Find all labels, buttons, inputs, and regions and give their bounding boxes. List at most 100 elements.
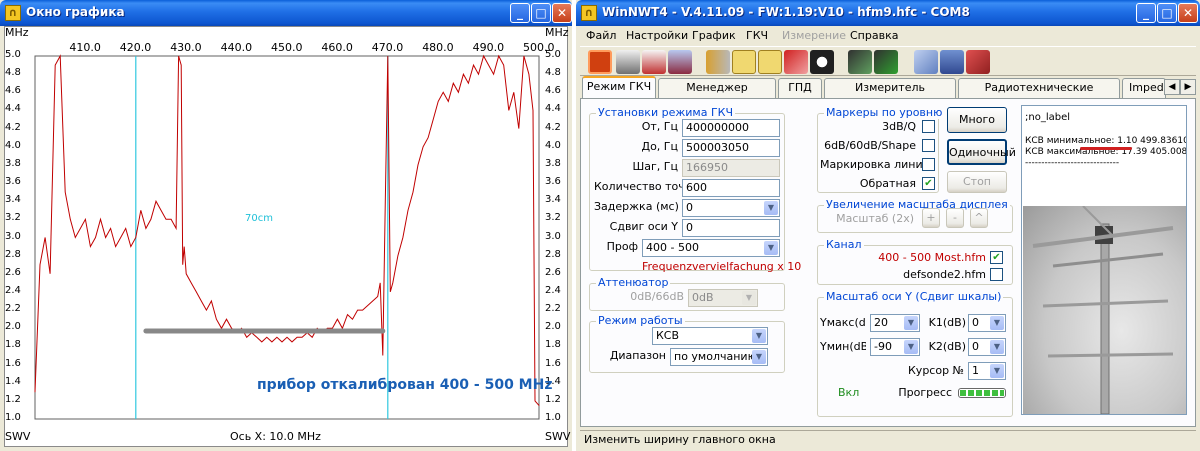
- tools-icon[interactable]: [706, 50, 730, 74]
- profile-select[interactable]: 400 - 500 ▼: [642, 239, 780, 257]
- sweep-icon[interactable]: [848, 50, 872, 74]
- channel-2-checkbox[interactable]: [990, 268, 1003, 281]
- cursor-select[interactable]: 1 ▼: [968, 362, 1006, 380]
- profile-label: Проф: [606, 240, 638, 253]
- linux-icon[interactable]: [810, 50, 834, 74]
- to-input[interactable]: 500003050: [682, 139, 780, 157]
- tab-gkch-mode[interactable]: Режим ГКЧ: [582, 76, 656, 99]
- graph-area[interactable]: MHz MHz 410.0 420.0 430.0 440.0 450.0 460.0 47…: [4, 26, 571, 447]
- y-scale-title: Масштаб оси Y (Сдвиг шкалы): [824, 290, 1004, 303]
- delay-select[interactable]: 0 ▼: [682, 199, 780, 217]
- tab-impedance[interactable]: Impedan: [1122, 78, 1166, 98]
- menu-gkch[interactable]: ГКЧ: [746, 29, 768, 42]
- y-unit-bottom-label-right: SWV: [545, 430, 571, 443]
- attenuator-title: Аттенюатор: [596, 276, 671, 289]
- printer-color-icon[interactable]: [642, 50, 666, 74]
- app-icon: ∩: [5, 5, 21, 21]
- points-input[interactable]: 600: [682, 179, 780, 197]
- close-button[interactable]: ✕: [552, 3, 572, 23]
- maximize-button[interactable]: □: [531, 3, 551, 23]
- k1-value: 0: [972, 316, 979, 329]
- menu-settings[interactable]: Настройки: [626, 29, 688, 42]
- marker-reverse-checkbox[interactable]: ✔: [922, 177, 935, 190]
- graph-window-title: Окно графика: [26, 5, 125, 19]
- close-file-icon[interactable]: [966, 50, 990, 74]
- marker-shape-checkbox[interactable]: [922, 139, 935, 152]
- pencil-icon[interactable]: [784, 50, 808, 74]
- menu-help[interactable]: Справка: [850, 29, 898, 42]
- work-mode-group: Режим работы КСВ ▼ Диапазон по умолчанию ▼: [589, 314, 785, 373]
- chevron-down-icon: ▼: [990, 340, 1004, 354]
- step-input: 166950: [682, 159, 780, 177]
- menu-bar: Файл Настройки График ГКЧ Измерение Спра…: [580, 26, 1196, 46]
- ymin-value: -90: [874, 340, 892, 353]
- marker-lines-checkbox[interactable]: [922, 158, 935, 171]
- zoom-label: Масштаб (2x): [836, 212, 914, 225]
- close-button[interactable]: ✕: [1178, 3, 1198, 23]
- marker-reverse-label: Обратная: [859, 177, 916, 190]
- export-icon[interactable]: [668, 50, 692, 74]
- chevron-down-icon: ▼: [904, 316, 918, 330]
- range-value: по умолчанию: [674, 350, 757, 363]
- attenuator-label: 0dB/66dB: [630, 290, 684, 303]
- stop-button: Стоп: [947, 171, 1007, 193]
- ymax-label: Yмакс(dB: [820, 316, 866, 329]
- attenuator-group: Аттенюатор 0dB/66dB 0dB ▼: [589, 276, 785, 311]
- tab-radio-calc[interactable]: Радиотехнические расчеты: [958, 78, 1120, 112]
- k2-select[interactable]: 0 ▼: [968, 338, 1006, 356]
- zoom-out-button: -: [946, 208, 964, 228]
- status-text: Изменить ширину главного окна: [584, 433, 776, 446]
- progress-bar: [958, 388, 1006, 398]
- plot-frame: [34, 55, 540, 420]
- zoom-reset-button: ^: [970, 208, 988, 228]
- range-label: Диапазон: [609, 349, 666, 362]
- save-icon[interactable]: [940, 50, 964, 74]
- graph-window-titlebar[interactable]: ∩ Окно графика _ □ ✕: [0, 0, 572, 26]
- single-run-button[interactable]: Одиночный: [947, 139, 1016, 165]
- range-select[interactable]: по умолчанию ▼: [670, 348, 768, 366]
- multiplier-note: Frequenzvervielfachung x 10: [642, 260, 802, 273]
- ymax-select[interactable]: 20 ▼: [870, 314, 920, 332]
- main-window-titlebar[interactable]: ∩ WinNWT4 - V.4.11.09 - FW:1.19:V10 - hf…: [576, 0, 1200, 26]
- step-label: Шаг, Гц: [632, 160, 678, 173]
- chevron-down-icon: ▼: [764, 241, 778, 255]
- tab-scroll-left[interactable]: ◀: [1164, 79, 1180, 95]
- info-pane[interactable]: ;no_label КСВ минимальное: 1.10 499.8361…: [1021, 105, 1187, 415]
- printer-icon[interactable]: [616, 50, 640, 74]
- tab-scroll-right[interactable]: ▶: [1180, 79, 1196, 95]
- folder-icon[interactable]: [758, 50, 782, 74]
- x-axis-label: Ось X: 10.0 MHz: [230, 430, 321, 443]
- multi-run-button[interactable]: Много раз: [947, 107, 1007, 150]
- mode-select[interactable]: КСВ ▼: [652, 327, 768, 345]
- marker-3db-checkbox[interactable]: [922, 120, 935, 133]
- k2-label: K2(dB): [928, 340, 966, 353]
- sweep-refresh-icon[interactable]: [874, 50, 898, 74]
- ymax-value: 20: [874, 316, 888, 329]
- marker-3db-label: 3dB/Q: [882, 120, 916, 133]
- shift-input[interactable]: 0: [682, 219, 780, 237]
- folder-settings-icon[interactable]: [732, 50, 756, 74]
- tab-gpd[interactable]: ГПД: [778, 78, 822, 98]
- chevron-down-icon: ▼: [990, 316, 1004, 330]
- menu-graph[interactable]: График: [692, 29, 736, 42]
- gkch-settings-group: Установки режима ГКЧ От, Гц 400000000 До…: [589, 106, 802, 273]
- maximize-button[interactable]: □: [1157, 3, 1177, 23]
- tab-bar: Режим ГКЧ Менеджер графиков ГПД Измерите…: [580, 76, 1196, 112]
- zoom-in-button: +: [922, 208, 940, 228]
- channel-1-checkbox[interactable]: ✔: [990, 251, 1003, 264]
- chevron-down-icon: ▼: [742, 291, 756, 305]
- from-label: От, Гц: [641, 120, 678, 133]
- power-icon[interactable]: [588, 50, 612, 74]
- menu-measurement: Измерение: [782, 29, 847, 42]
- menu-file[interactable]: Файл: [586, 29, 616, 42]
- info-divider: -----------------------------: [1025, 158, 1120, 168]
- minimize-button[interactable]: _: [1136, 3, 1156, 23]
- open-file-icon[interactable]: [914, 50, 938, 74]
- minimize-button[interactable]: _: [510, 3, 530, 23]
- tab-power-meter[interactable]: Измеритель мощности: [824, 78, 956, 112]
- k1-select[interactable]: 0 ▼: [968, 314, 1006, 332]
- tab-graph-manager[interactable]: Менеджер графиков: [658, 78, 776, 112]
- from-input[interactable]: 400000000: [682, 119, 780, 137]
- channel-2-label: defsonde2.hfm: [903, 268, 986, 281]
- ymin-select[interactable]: -90 ▼: [870, 338, 920, 356]
